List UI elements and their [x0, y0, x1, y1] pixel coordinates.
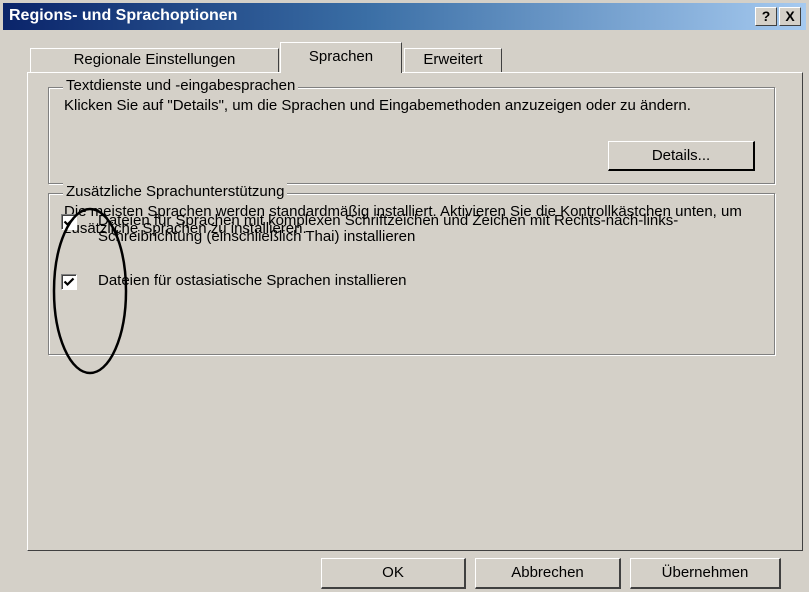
east-asian-label[interactable]: Dateien für ostasiatische Sprachen insta… — [98, 273, 718, 289]
checkmark-icon — [63, 277, 75, 287]
tab-regional-settings[interactable]: Regionale Einstellungen — [30, 48, 279, 72]
help-button[interactable]: ? — [755, 7, 777, 26]
close-button[interactable]: X — [779, 7, 801, 26]
title-bar[interactable]: Regions- und Sprachoptionen ? X — [3, 3, 806, 30]
checkmark-icon — [63, 217, 75, 227]
cancel-button[interactable]: Abbrechen — [475, 558, 621, 589]
text-services-group: Textdienste und -eingabesprachen Klicken… — [48, 77, 775, 184]
complex-script-checkbox[interactable] — [61, 214, 77, 230]
supplemental-legend: Zusätzliche Sprachunterstützung — [63, 183, 288, 200]
window-title: Regions- und Sprachoptionen — [9, 7, 238, 24]
complex-script-label[interactable]: Dateien für Sprachen mit komplexen Schri… — [98, 213, 718, 245]
apply-button[interactable]: Übernehmen — [630, 558, 781, 589]
tab-panel-languages: Textdienste und -eingabesprachen Klicken… — [27, 72, 803, 551]
tab-languages[interactable]: Sprachen — [280, 42, 402, 73]
text-services-description: Klicken Sie auf "Details", um die Sprach… — [64, 97, 691, 114]
details-button[interactable]: Details... — [608, 141, 755, 171]
tab-advanced[interactable]: Erweitert — [404, 48, 502, 72]
dialog-window: Regions- und Sprachoptionen ? X Regional… — [0, 0, 809, 592]
east-asian-checkbox[interactable] — [61, 274, 77, 290]
text-services-legend: Textdienste und -eingabesprachen — [63, 77, 299, 94]
ok-button[interactable]: OK — [321, 558, 466, 589]
